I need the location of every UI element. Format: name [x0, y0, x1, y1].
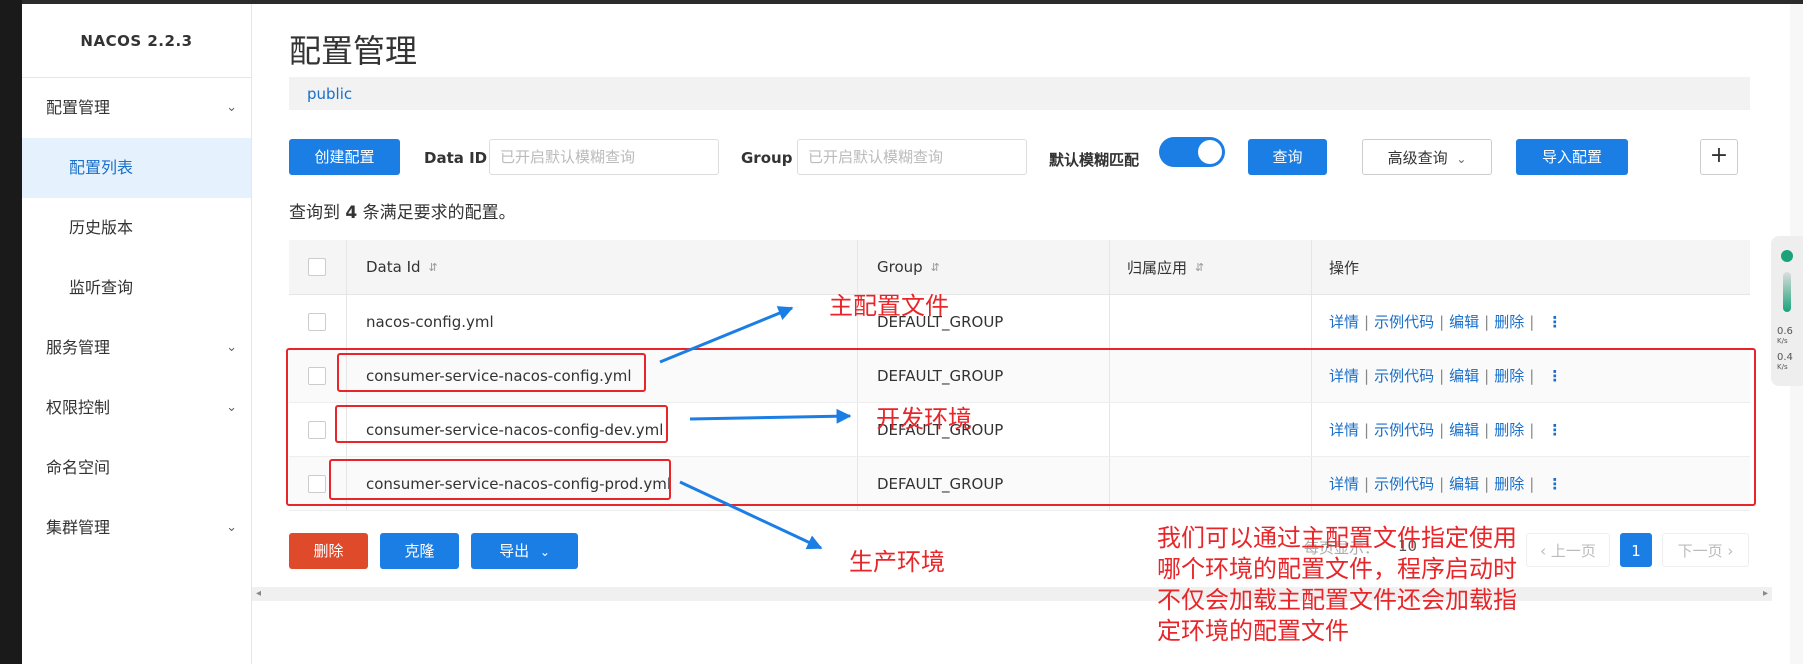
result-prefix: 查询到 — [289, 203, 340, 223]
separator: | — [1439, 312, 1445, 331]
note-line: 不仅会加载主配置文件还会加载指 — [1157, 586, 1517, 614]
sidebar: NACOS 2.2.3 配置管理 ⌄ 配置列表 历史版本 监听查询 服务管理 ⌄… — [22, 4, 252, 664]
usage-bar — [1783, 272, 1791, 312]
more-icon[interactable]: ⋮ — [1547, 313, 1562, 331]
annotation-box-main — [337, 353, 646, 392]
next-page-button[interactable]: 下一页 › — [1662, 533, 1749, 567]
sidebar-item-config-management[interactable]: 配置管理 ⌄ — [22, 78, 251, 138]
cell-dataid: nacos-config.yml — [366, 312, 494, 331]
advanced-query-dropdown[interactable]: 高级查询 ⌄ — [1362, 139, 1492, 175]
namespace-bar: public — [289, 77, 1750, 110]
sidebar-item-cluster-management[interactable]: 集群管理 ⌄ — [22, 498, 251, 558]
status-dot-icon — [1781, 250, 1793, 262]
note-line: 定环境的配置文件 — [1157, 617, 1349, 645]
network-speed-widget: 0.6 K/s 0.4 K/s — [1771, 236, 1803, 386]
download-unit: K/s — [1777, 363, 1788, 371]
query-button[interactable]: 查询 — [1248, 139, 1327, 175]
sidebar-item-label: 权限控制 — [46, 398, 111, 417]
export-label: 导出 — [499, 542, 530, 560]
sidebar-item-label: 配置列表 — [69, 158, 134, 177]
cell-ops: 详情 | 示例代码 | 编辑 | 删除 | ⋮ — [1329, 295, 1562, 348]
upload-unit: K/s — [1777, 337, 1788, 345]
note-line: 我们可以通过主配置文件指定使用 — [1157, 524, 1517, 552]
toggle-knob — [1198, 140, 1222, 164]
annotation-box-prod — [329, 459, 671, 500]
sort-icon[interactable]: ⇵ — [429, 261, 438, 274]
export-dropdown[interactable]: 导出 ⌄ — [471, 533, 578, 569]
sidebar-item-listener-query[interactable]: 监听查询 — [22, 258, 251, 318]
result-count: 4 — [345, 203, 358, 223]
fuzzy-match-label: 默认模糊匹配 — [1049, 151, 1140, 169]
sample-code-link[interactable]: 示例代码 — [1374, 311, 1434, 332]
sidebar-item-label: 配置管理 — [46, 98, 111, 117]
app-logo: NACOS 2.2.3 — [22, 4, 251, 78]
sidebar-item-namespace[interactable]: 命名空间 — [22, 438, 251, 498]
group-search-input[interactable]: 已开启默认模糊查询 — [797, 139, 1027, 175]
sidebar-item-label: 集群管理 — [46, 518, 111, 537]
row-checkbox[interactable] — [308, 312, 326, 331]
annotation-box-dev — [335, 405, 668, 443]
sort-icon[interactable]: ⇵ — [931, 261, 940, 274]
edit-link[interactable]: 编辑 — [1449, 311, 1479, 332]
annotation-prod-env: 生产环境 — [849, 548, 945, 576]
sidebar-item-config-list[interactable]: 配置列表 — [22, 138, 251, 198]
column-label: 归属应用 — [1127, 258, 1188, 277]
table-header-row: Data Id ⇵ Group ⇵ 归属应用 ⇵ 操作 — [289, 240, 1750, 295]
chevron-down-icon: ⌄ — [226, 400, 237, 415]
table-row: nacos-config.yml DEFAULT_GROUP 详情 | 示例代码 |… — [289, 295, 1750, 349]
sort-icon[interactable]: ⇵ — [1195, 261, 1204, 274]
chevron-down-icon: ⌄ — [226, 100, 237, 115]
chevron-down-icon: ⌄ — [539, 545, 550, 559]
column-header-app[interactable]: 归属应用 ⇵ — [1127, 240, 1204, 294]
group-label: Group — [741, 149, 793, 167]
page-title: 配置管理 — [289, 32, 418, 70]
sidebar-item-label: 服务管理 — [46, 338, 111, 357]
sidebar-item-service-management[interactable]: 服务管理 ⌄ — [22, 318, 251, 378]
window-left-edge — [0, 0, 22, 664]
annotation-note: 我们可以通过主配置文件指定使用 哪个环境的配置文件，程序启动时 不仅会加载主配置… — [1157, 523, 1557, 647]
chevron-down-icon: ⌄ — [226, 520, 237, 535]
namespace-link-public[interactable]: public — [307, 85, 352, 103]
page-1-button[interactable]: 1 — [1620, 533, 1652, 567]
column-header-ops: 操作 — [1329, 258, 1360, 277]
chevron-down-icon: ⌄ — [226, 340, 237, 355]
separator: | — [1364, 312, 1370, 331]
dataid-label: Data ID — [424, 149, 488, 167]
column-label: Group — [877, 258, 923, 276]
note-line: 哪个环境的配置文件，程序启动时 — [1157, 555, 1517, 583]
column-header-dataid[interactable]: Data Id ⇵ — [366, 240, 438, 294]
create-config-button[interactable]: 创建配置 — [289, 139, 400, 175]
add-icon[interactable]: + — [1700, 139, 1738, 175]
sidebar-item-label: 历史版本 — [69, 218, 134, 237]
column-label: Data Id — [366, 258, 421, 276]
sidebar-item-label: 监听查询 — [69, 278, 134, 297]
sidebar-item-label: 命名空间 — [46, 458, 111, 477]
select-all-checkbox[interactable] — [308, 258, 326, 276]
scroll-right-icon[interactable]: ▸ — [1763, 587, 1768, 601]
import-config-button[interactable]: 导入配置 — [1516, 139, 1628, 175]
upload-speed: 0.6 — [1777, 326, 1793, 337]
sidebar-item-history[interactable]: 历史版本 — [22, 198, 251, 258]
scroll-left-icon[interactable]: ◂ — [256, 587, 261, 601]
result-suffix: 条满足要求的配置。 — [362, 203, 516, 223]
clone-button[interactable]: 克隆 — [380, 533, 459, 569]
dataid-search-input[interactable]: 已开启默认模糊查询 — [489, 139, 719, 175]
advanced-query-label: 高级查询 — [1387, 149, 1448, 167]
batch-delete-button[interactable]: 删除 — [289, 533, 368, 569]
fuzzy-match-toggle[interactable] — [1159, 137, 1225, 167]
separator: | — [1529, 312, 1535, 331]
query-result-text: 查询到 4 条满足要求的配置。 — [289, 198, 516, 223]
annotation-main-config: 主配置文件 — [829, 292, 949, 320]
download-speed: 0.4 — [1777, 352, 1793, 363]
detail-link[interactable]: 详情 — [1329, 311, 1359, 332]
annotation-dev-env: 开发环境 — [876, 405, 972, 433]
chevron-down-icon: ⌄ — [1456, 152, 1467, 166]
sidebar-item-access-control[interactable]: 权限控制 ⌄ — [22, 378, 251, 438]
separator: | — [1484, 312, 1490, 331]
delete-link[interactable]: 删除 — [1494, 311, 1524, 332]
